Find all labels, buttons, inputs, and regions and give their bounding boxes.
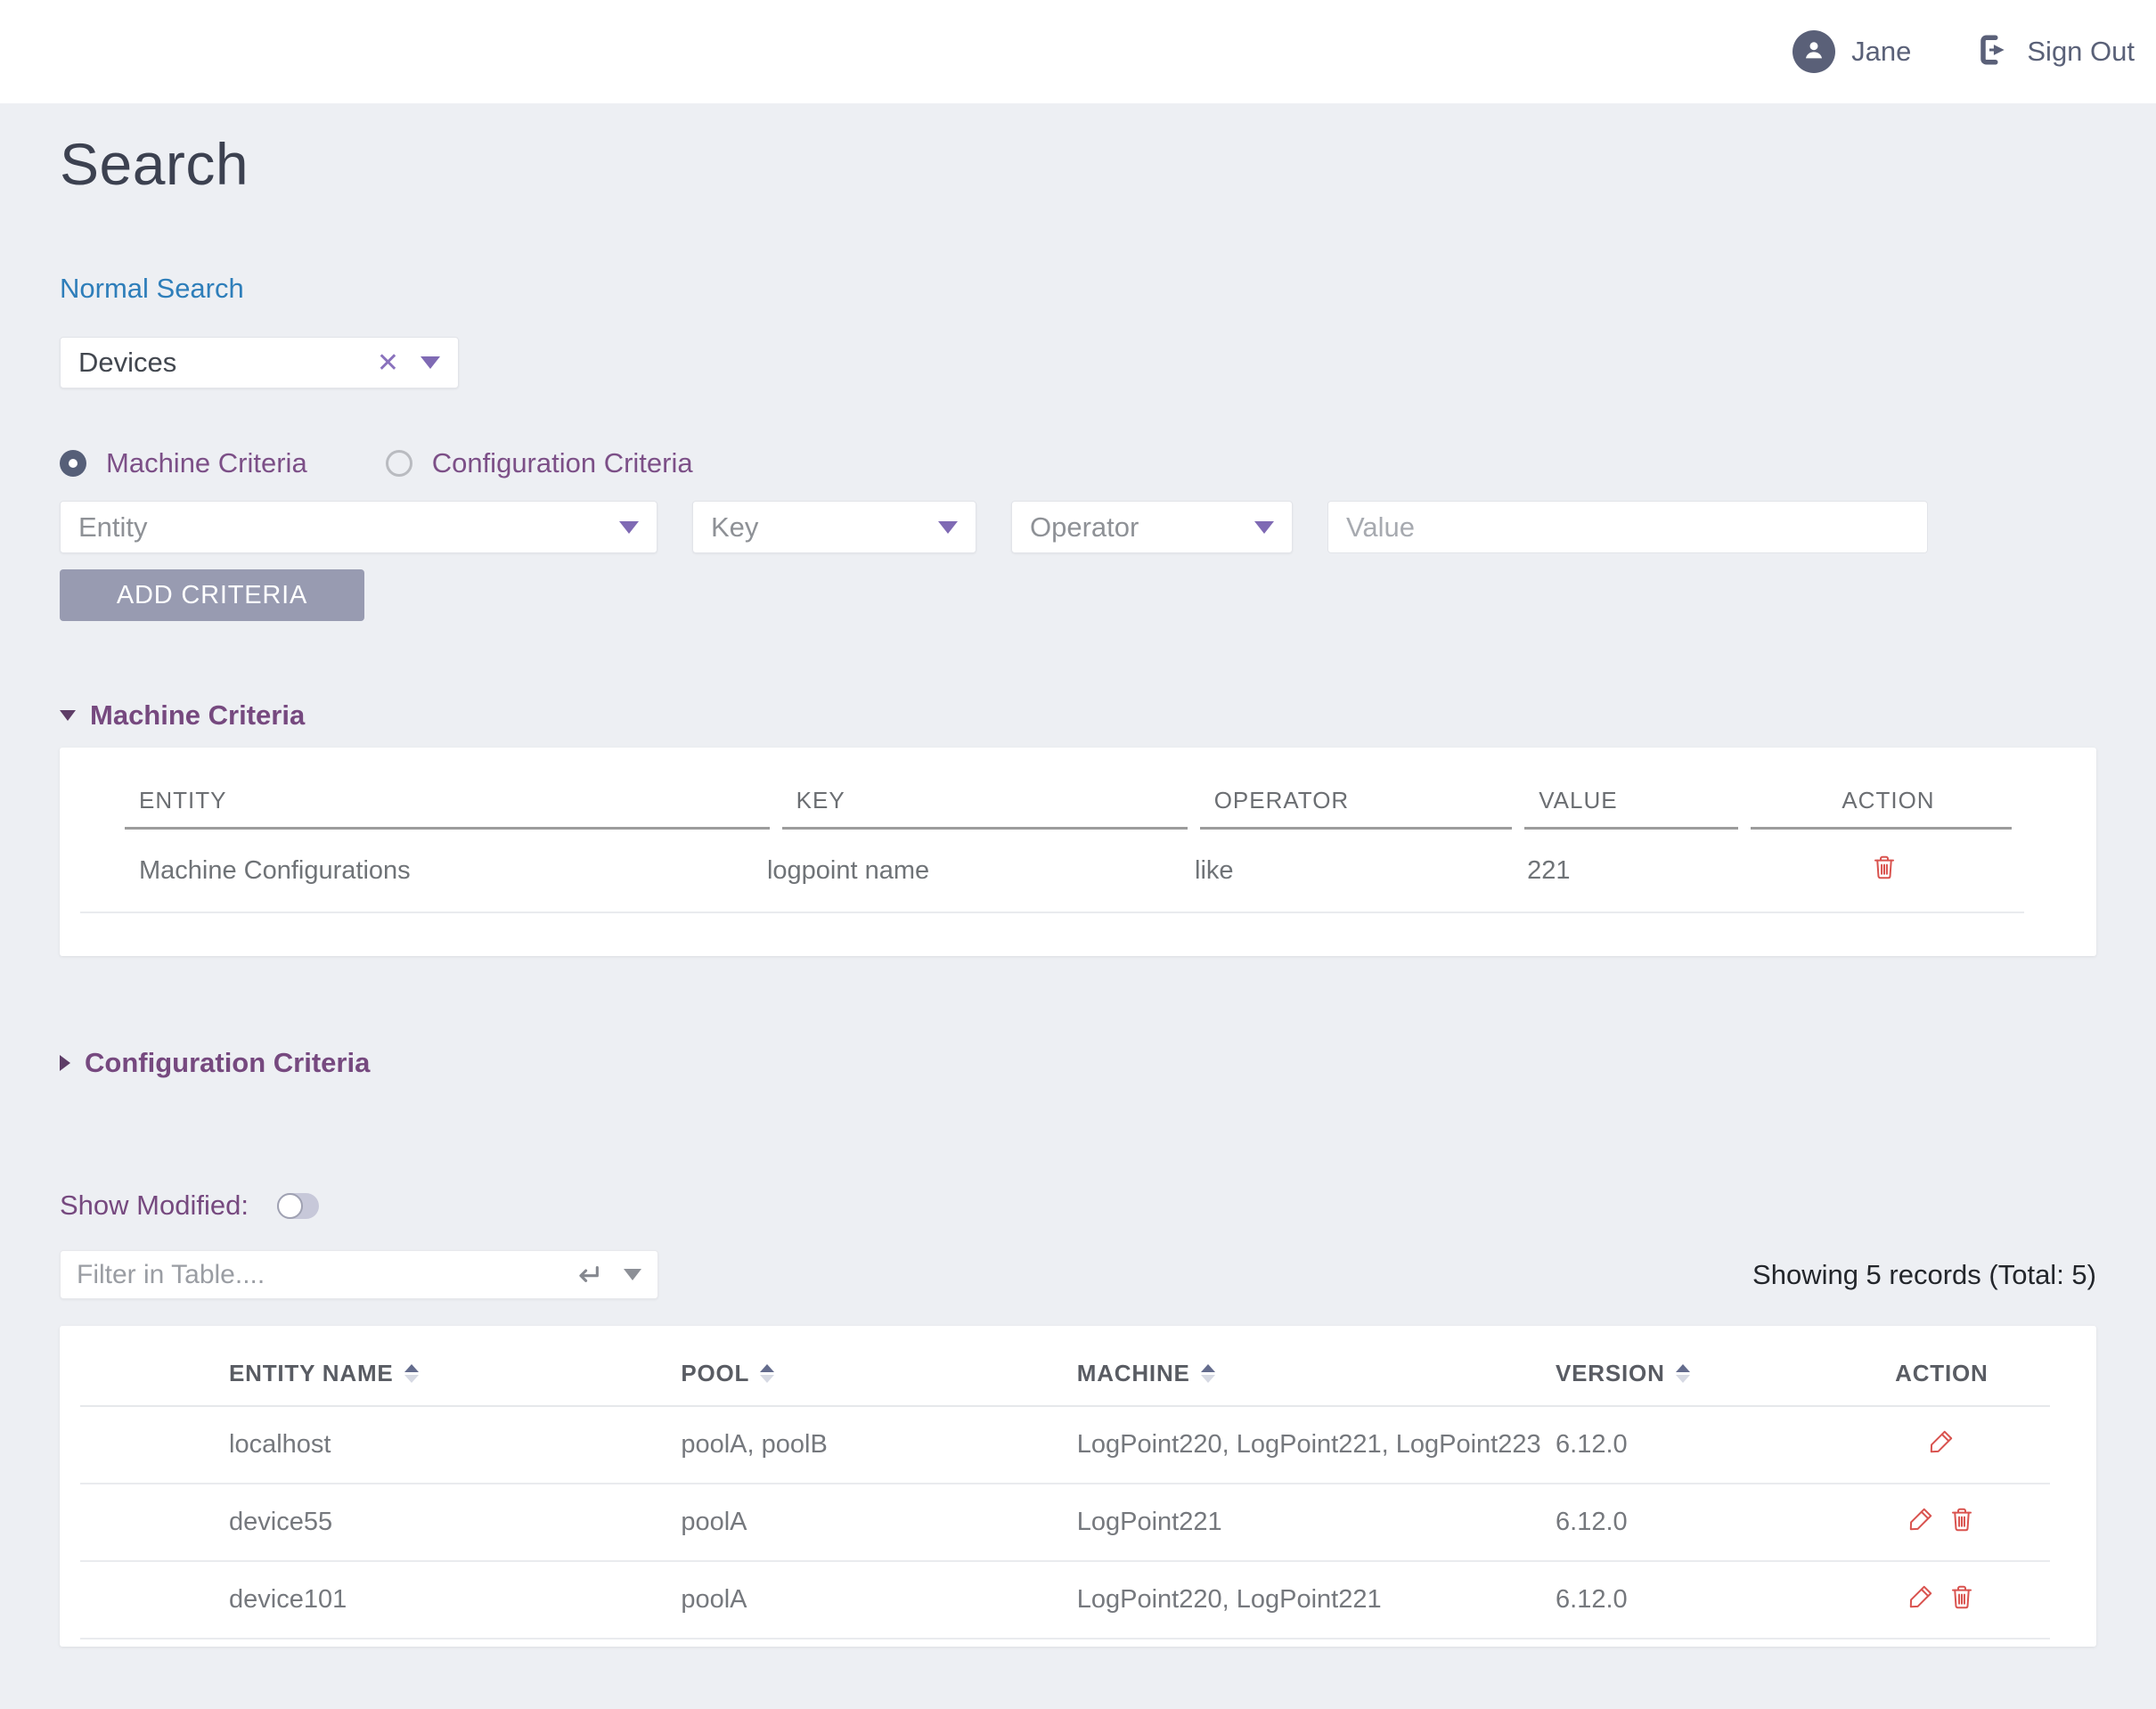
cell-action: [1833, 1505, 2050, 1541]
column-header-machine[interactable]: MACHINE: [1077, 1360, 1556, 1387]
column-header-value: VALUE: [1524, 787, 1738, 830]
column-header-action: ACTION: [1833, 1360, 2050, 1387]
normal-search-link[interactable]: Normal Search: [60, 273, 244, 305]
radio-configuration-criteria-label: Configuration Criteria: [432, 447, 693, 479]
radio-configuration-criteria[interactable]: Configuration Criteria: [386, 447, 693, 479]
table-row: Machine Configurations logpoint name lik…: [80, 830, 2024, 913]
radio-unselected-icon[interactable]: [386, 450, 412, 477]
records-summary: Showing 5 records (Total: 5): [1752, 1259, 2096, 1291]
column-header-entity: ENTITY: [125, 787, 770, 830]
results-table-header: ENTITY NAME POOL MACHINE VERSION ACTION: [80, 1326, 2050, 1407]
cell-version: 6.12.0: [1556, 1508, 1833, 1537]
cell-version: 6.12.0: [1556, 1585, 1833, 1615]
entity-dropdown-placeholder: Entity: [78, 511, 619, 544]
cell-action: [1833, 1427, 2050, 1463]
sort-icon[interactable]: [404, 1364, 419, 1383]
cell-operator: like: [1180, 856, 1513, 886]
cell-entity: Machine Configurations: [80, 856, 753, 886]
column-header-entity-name[interactable]: ENTITY NAME: [80, 1360, 681, 1387]
cell-pool: poolA: [681, 1508, 1076, 1537]
user-icon: [1801, 37, 1827, 68]
table-row: localhost poolA, poolB LogPoint220, LogP…: [80, 1407, 2050, 1484]
sort-icon[interactable]: [1676, 1364, 1690, 1383]
cell-action: [1744, 853, 2024, 888]
cell-entity-name: device101: [80, 1585, 681, 1615]
key-dropdown-placeholder: Key: [711, 511, 938, 544]
machine-criteria-section-toggle[interactable]: Machine Criteria: [60, 699, 2096, 732]
edit-icon[interactable]: [1907, 1505, 1935, 1533]
cell-entity-name: device55: [80, 1508, 681, 1537]
machine-criteria-card: ENTITY KEY OPERATOR VALUE ACTION Machine…: [60, 748, 2096, 956]
chevron-down-icon: [1254, 521, 1274, 534]
cell-entity-name: localhost: [80, 1430, 681, 1460]
cell-machine: LogPoint220, LogPoint221: [1077, 1585, 1556, 1615]
operator-dropdown[interactable]: Operator: [1011, 501, 1293, 553]
cell-action: [1833, 1582, 2050, 1618]
toggle-knob[interactable]: [277, 1193, 303, 1219]
criteria-type-radios: Machine Criteria Configuration Criteria: [60, 447, 2096, 479]
page-title: Search: [60, 130, 2096, 198]
radio-machine-criteria[interactable]: Machine Criteria: [60, 447, 307, 479]
cell-pool: poolA: [681, 1585, 1076, 1615]
column-header-version[interactable]: VERSION: [1556, 1360, 1833, 1387]
criteria-form: Entity Key Operator: [60, 501, 2096, 553]
filter-box: [60, 1250, 658, 1299]
operator-dropdown-placeholder: Operator: [1030, 511, 1254, 544]
configuration-criteria-section-title: Configuration Criteria: [85, 1047, 370, 1079]
cell-machine: LogPoint221: [1077, 1508, 1556, 1537]
show-modified-label: Show Modified:: [60, 1190, 249, 1222]
configuration-criteria-section-toggle[interactable]: Configuration Criteria: [60, 1047, 2096, 1079]
sign-out-icon: [1973, 30, 2013, 74]
user-avatar[interactable]: [1793, 30, 1835, 73]
radio-selected-icon[interactable]: [60, 450, 86, 477]
column-header-action: ACTION: [1751, 787, 2012, 830]
chevron-down-icon: [938, 521, 958, 534]
chevron-down-icon[interactable]: [624, 1269, 641, 1280]
caret-right-icon: [60, 1055, 70, 1071]
column-header-pool[interactable]: POOL: [681, 1360, 1076, 1387]
cell-value: 221: [1513, 856, 1744, 886]
sort-icon[interactable]: [760, 1364, 774, 1383]
show-modified-toggle[interactable]: [277, 1193, 319, 1219]
cell-machine: LogPoint220, LogPoint221, LogPoint223: [1077, 1430, 1556, 1460]
entity-type-select[interactable]: Devices ✕: [60, 337, 459, 388]
machine-criteria-section-title: Machine Criteria: [90, 699, 305, 732]
cell-pool: poolA, poolB: [681, 1430, 1076, 1460]
table-row: device55 poolA LogPoint221 6.12.0: [80, 1484, 2050, 1562]
sign-out-button[interactable]: Sign Out: [1973, 30, 2135, 74]
delete-icon[interactable]: [1870, 853, 1899, 881]
cell-version: 6.12.0: [1556, 1430, 1833, 1460]
delete-icon[interactable]: [1948, 1582, 1976, 1611]
radio-machine-criteria-label: Machine Criteria: [106, 447, 307, 479]
results-card: ENTITY NAME POOL MACHINE VERSION ACTION …: [60, 1326, 2096, 1647]
value-input[interactable]: [1327, 501, 1928, 553]
entity-type-value: Devices: [78, 347, 377, 379]
user-name: Jane: [1851, 36, 1911, 68]
top-bar: Jane Sign Out: [0, 0, 2156, 103]
add-criteria-button[interactable]: ADD CRITERIA: [60, 569, 364, 621]
table-row: device101 poolA LogPoint220, LogPoint221…: [80, 1562, 2050, 1639]
column-header-operator: OPERATOR: [1200, 787, 1513, 830]
enter-icon[interactable]: [572, 1260, 602, 1290]
chevron-down-icon[interactable]: [421, 356, 440, 369]
show-modified-row: Show Modified:: [60, 1190, 2096, 1222]
sign-out-label: Sign Out: [2027, 36, 2135, 68]
filter-input[interactable]: [77, 1260, 572, 1290]
cell-key: logpoint name: [753, 856, 1180, 886]
column-header-key: KEY: [782, 787, 1188, 830]
sort-icon[interactable]: [1201, 1364, 1215, 1383]
chevron-down-icon: [619, 521, 639, 534]
edit-icon[interactable]: [1927, 1427, 1956, 1456]
entity-dropdown[interactable]: Entity: [60, 501, 657, 553]
edit-icon[interactable]: [1907, 1582, 1935, 1611]
filter-row: Showing 5 records (Total: 5): [60, 1250, 2096, 1299]
clear-icon[interactable]: ✕: [377, 348, 399, 379]
caret-down-icon: [60, 710, 76, 721]
key-dropdown[interactable]: Key: [692, 501, 976, 553]
delete-icon[interactable]: [1948, 1505, 1976, 1533]
machine-criteria-table-header: ENTITY KEY OPERATOR VALUE ACTION: [125, 787, 2024, 830]
